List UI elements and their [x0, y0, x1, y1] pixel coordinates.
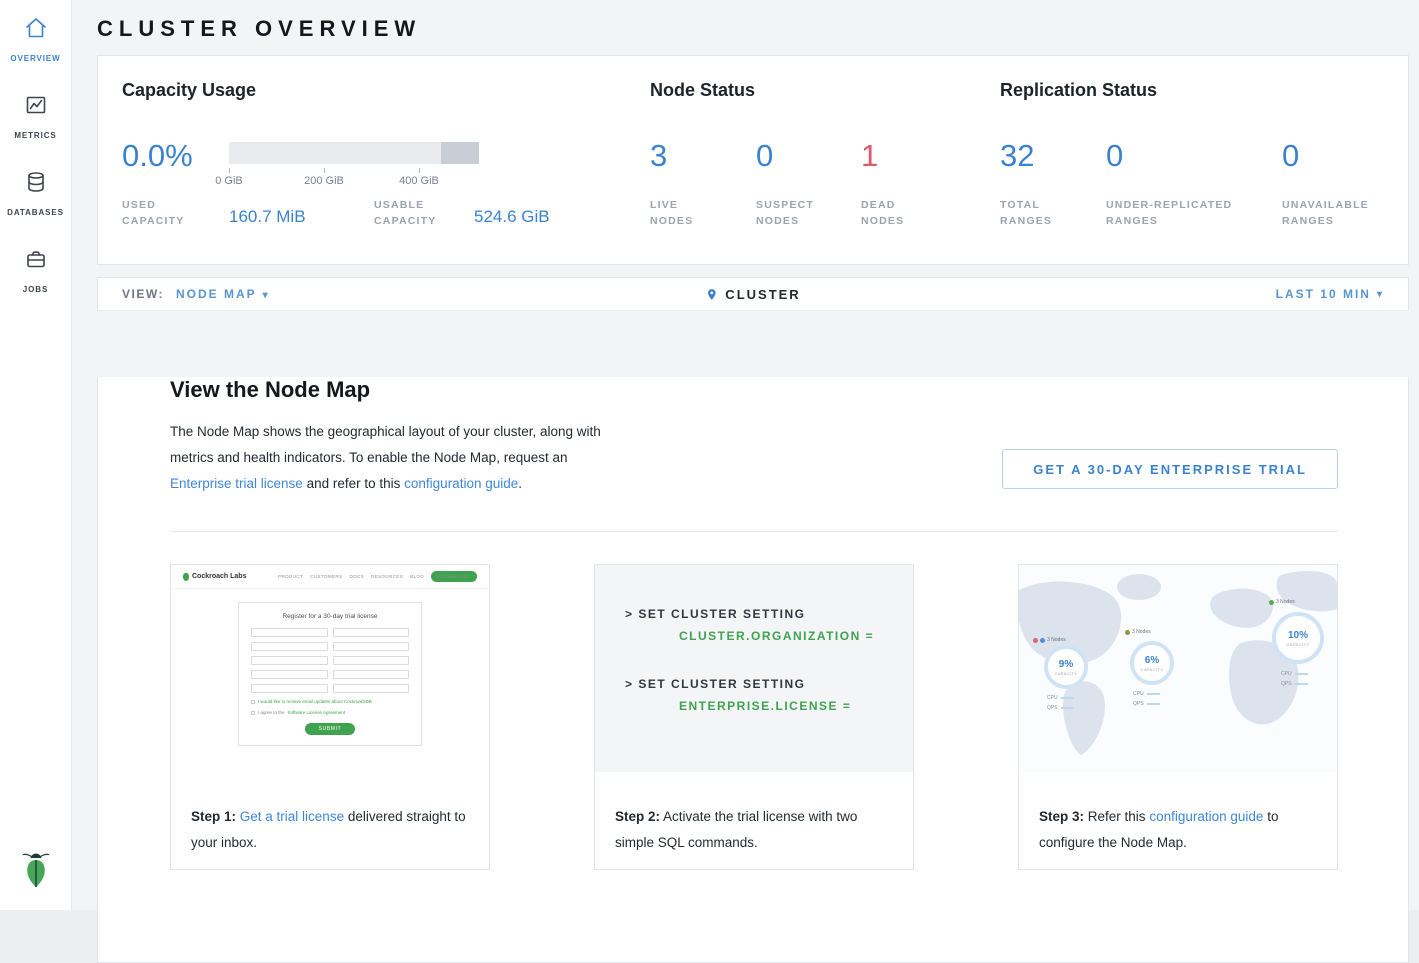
locality-legend: 3 Nodes — [1269, 599, 1295, 605]
cluster-summary-card: Capacity Usage 0.0% 0 GiB 200 GiB 400 Gi… — [97, 55, 1409, 265]
locality-legend: 3 Nodes — [1125, 629, 1151, 635]
mini-form-title: Register for a 30-day trial license — [251, 613, 409, 620]
setup-steps: Cockroach Labs PRODUCT CUSTOMERS DOCS RE… — [170, 564, 1338, 870]
cockroachdb-logo — [21, 849, 51, 896]
page-title: CLUSTER OVERVIEW — [97, 16, 1409, 42]
sidebar-item-overview[interactable]: OVERVIEW — [0, 16, 71, 63]
mini-site-nav: PRODUCT CUSTOMERS DOCS RESOURCES BLOG DO… — [278, 571, 477, 582]
live-nodes-count: 3 — [650, 138, 667, 174]
axis-tick-label: 200 GiB — [304, 175, 344, 187]
sidebar-item-label: DATABASES — [7, 208, 64, 217]
step1-screenshot: Cockroach Labs PRODUCT CUSTOMERS DOCS RE… — [171, 565, 489, 772]
databases-icon — [24, 170, 48, 199]
axis-tick-label: 0 GiB — [215, 175, 243, 187]
cockroach-bug-icon — [183, 573, 189, 581]
sidebar-item-label: METRICS — [14, 131, 56, 140]
admin-ui: OVERVIEW METRICS DATABASES JOBS — [0, 0, 1419, 910]
sql-command-line: > SET CLUSTER SETTING — [625, 607, 913, 621]
unavailable-ranges-count: 0 — [1282, 138, 1299, 174]
usable-capacity-label: USABLE CAPACITY — [374, 197, 437, 229]
view-label: VIEW: — [122, 287, 164, 301]
sql-command-line: > SET CLUSTER SETTING — [625, 677, 913, 691]
node-map-description: The Node Map shows the geographical layo… — [170, 419, 632, 497]
node-status-title: Node Status — [650, 80, 755, 101]
sql-setting-name: CLUSTER.ORGANIZATION = — [679, 629, 913, 643]
step3-map-preview: 3 Nodes 3 Nodes 3 Nodes 9% — [1019, 565, 1337, 772]
axis-tick-label: 400 GiB — [399, 175, 439, 187]
sidebar-item-jobs[interactable]: JOBS — [0, 247, 71, 294]
capacity-bar-segment — [441, 142, 479, 164]
step2-card: > SET CLUSTER SETTING CLUSTER.ORGANIZATI… — [594, 564, 914, 870]
unavailable-ranges-label: UNAVAILABLERANGES — [1282, 197, 1369, 229]
sidebar-item-label: JOBS — [23, 285, 48, 294]
mini-site-header: Cockroach Labs PRODUCT CUSTOMERS DOCS RE… — [171, 565, 489, 589]
sql-setting-name: ENTERPRISE.LICENSE = — [679, 699, 913, 713]
enterprise-trial-button[interactable]: GET A 30-DAY ENTERPRISE TRIAL — [1002, 449, 1338, 489]
location-pin-icon — [705, 287, 718, 302]
section-divider — [170, 531, 1338, 532]
view-selector[interactable]: NODE MAP▾ — [176, 287, 270, 301]
total-ranges-count: 32 — [1000, 138, 1034, 174]
under-replicated-ranges-count: 0 — [1106, 138, 1123, 174]
dead-nodes-count: 1 — [861, 138, 878, 174]
get-trial-license-link[interactable]: Get a trial license — [240, 809, 344, 824]
mini-site-brand: Cockroach Labs — [183, 573, 246, 581]
capacity-gauge: 10% CAPACITY — [1272, 612, 1324, 664]
step3-caption: Step 3: Refer this configuration guide t… — [1019, 786, 1337, 856]
chevron-down-icon: ▾ — [1377, 289, 1384, 300]
used-capacity-value: 160.7 MiB — [229, 207, 306, 227]
step2-code-block: > SET CLUSTER SETTING CLUSTER.ORGANIZATI… — [595, 565, 913, 772]
enterprise-trial-license-link[interactable]: Enterprise trial license — [170, 476, 303, 491]
capacity-usage-title: Capacity Usage — [122, 80, 256, 101]
mini-registration-form: Register for a 30-day trial license I — [238, 602, 422, 746]
node-metric-row: QPS — [1281, 681, 1308, 687]
usable-capacity-value: 524.6 GiB — [474, 207, 550, 227]
locality-legend: 3 Nodes — [1033, 637, 1066, 643]
step2-caption: Step 2: Activate the trial license with … — [595, 786, 913, 856]
node-metric-row: QPS — [1047, 705, 1074, 711]
node-metric-row: CPU — [1047, 695, 1074, 701]
metrics-icon — [24, 93, 48, 122]
capacity-used-percent: 0.0% — [122, 138, 193, 174]
step1-card: Cockroach Labs PRODUCT CUSTOMERS DOCS RE… — [170, 564, 490, 870]
capacity-gauge: 6% CAPACITY — [1130, 641, 1174, 685]
sidebar-item-databases[interactable]: DATABASES — [0, 170, 71, 217]
view-toolbar: VIEW: NODE MAP▾ CLUSTER LAST 10 MIN▾ — [97, 277, 1409, 311]
node-map-panel: View the Node Map GET A 30-DAY ENTERPRIS… — [97, 377, 1409, 963]
sidebar-item-metrics[interactable]: METRICS — [0, 93, 71, 140]
capacity-gauge: 9% CAPACITY — [1044, 645, 1088, 689]
node-metric-row: CPU — [1133, 691, 1160, 697]
home-icon — [24, 16, 48, 45]
live-nodes-label: LIVENODES — [650, 197, 693, 229]
mini-submit-button: SUBMIT — [305, 723, 356, 735]
main-content: CLUSTER OVERVIEW Capacity Usage 0.0% 0 G… — [72, 0, 1419, 910]
total-ranges-label: TOTALRANGES — [1000, 197, 1052, 229]
sidebar-item-label: OVERVIEW — [10, 54, 60, 63]
time-range-selector[interactable]: LAST 10 MIN▾ — [1276, 287, 1384, 301]
mini-checkbox-license: I agree to the Software License Agreemen… — [251, 710, 409, 715]
configuration-guide-link[interactable]: configuration guide — [404, 476, 518, 491]
sidebar: OVERVIEW METRICS DATABASES JOBS — [0, 0, 72, 910]
mini-checkbox-updates: I would like to receive email updates ab… — [251, 699, 409, 704]
jobs-icon — [24, 247, 48, 276]
step1-caption: Step 1: Get a trial license delivered st… — [171, 786, 489, 856]
under-replicated-ranges-label: UNDER-REPLICATEDRANGES — [1106, 197, 1232, 229]
node-metric-row: CPU — [1281, 671, 1308, 677]
step3-card: 3 Nodes 3 Nodes 3 Nodes 9% — [1018, 564, 1338, 870]
node-map-heading: View the Node Map — [170, 377, 1338, 403]
suspect-nodes-count: 0 — [756, 138, 773, 174]
node-metric-row: QPS — [1133, 701, 1160, 707]
replication-status-title: Replication Status — [1000, 80, 1157, 101]
dead-nodes-label: DEADNODES — [861, 197, 904, 229]
used-capacity-label: USED CAPACITY — [122, 197, 185, 229]
suspect-nodes-label: SUSPECTNODES — [756, 197, 814, 229]
configuration-guide-link[interactable]: configuration guide — [1149, 809, 1263, 824]
capacity-bar-chart: 0 GiB 200 GiB 400 GiB — [229, 142, 479, 164]
mini-download-button: DOWNLOAD — [431, 571, 477, 582]
breadcrumb[interactable]: CLUSTER — [705, 287, 800, 302]
chevron-down-icon: ▾ — [263, 290, 270, 301]
